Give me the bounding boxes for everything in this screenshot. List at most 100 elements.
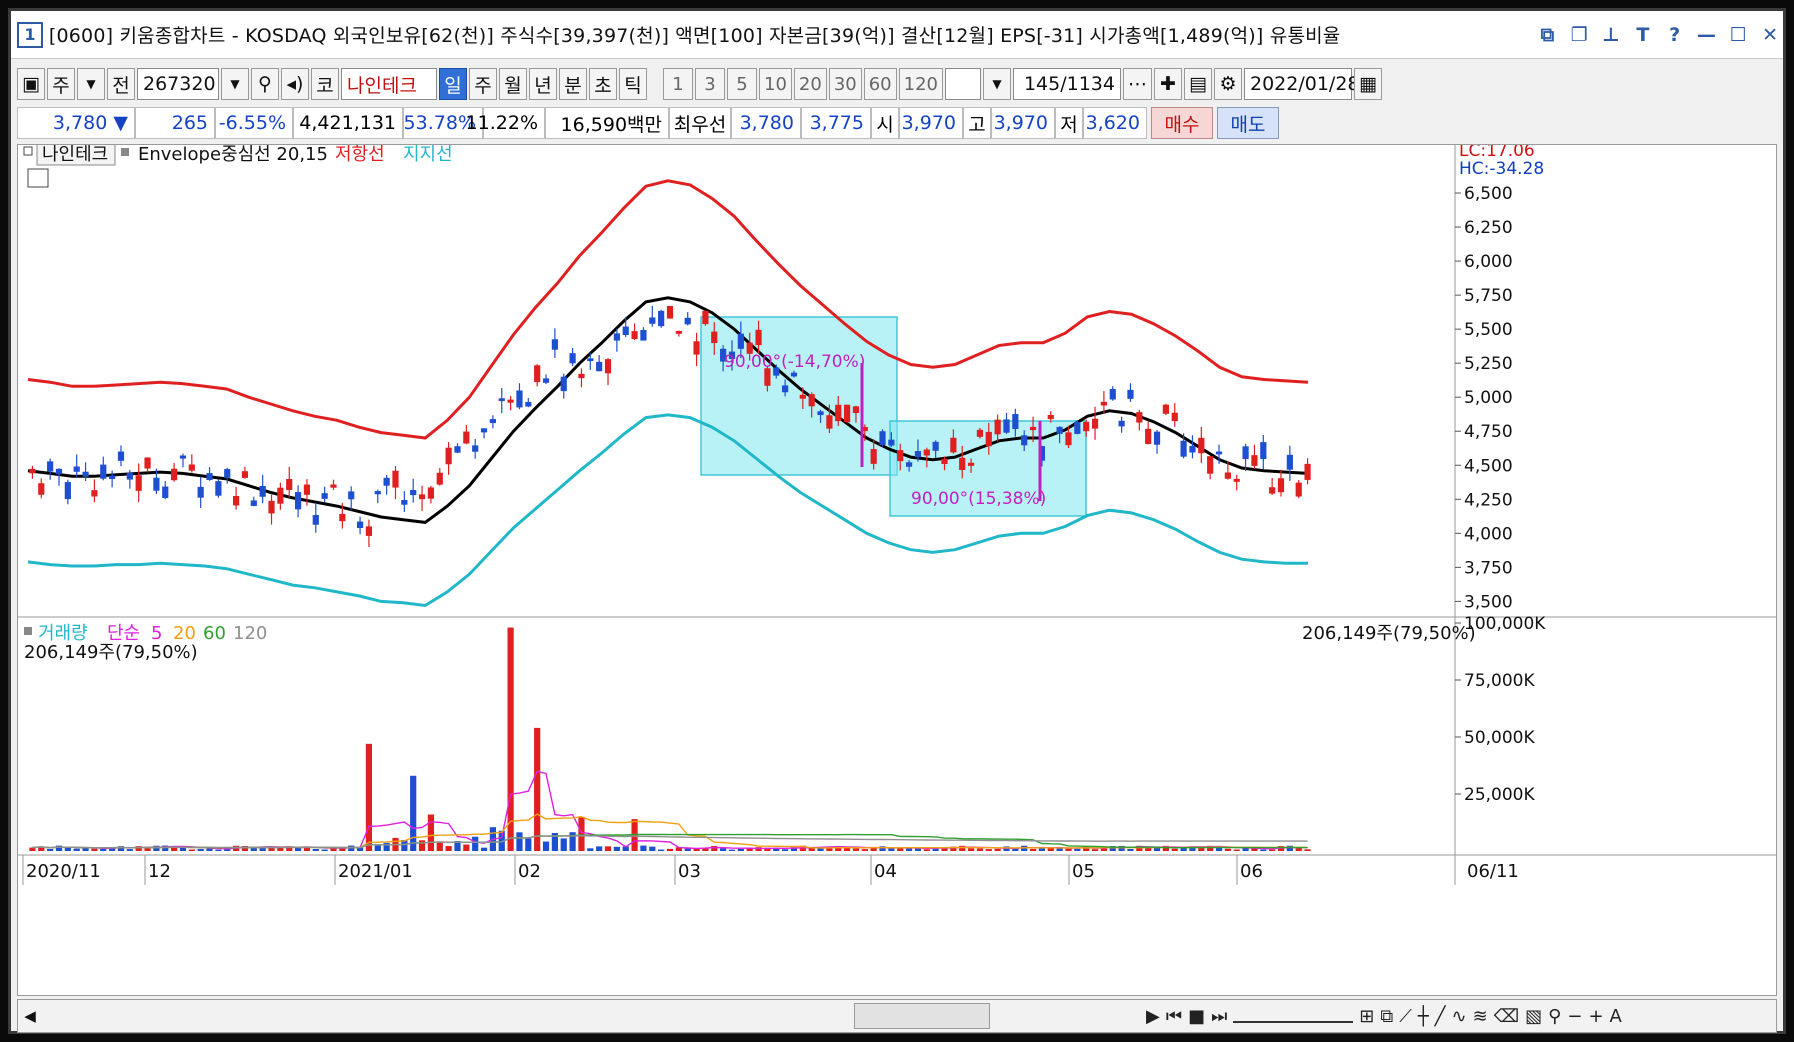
pin-icon[interactable]: ⊥ <box>1598 22 1624 48</box>
volume-bar <box>534 727 541 851</box>
volume-bar <box>587 848 594 851</box>
volume-bar <box>445 846 452 851</box>
candle-body <box>454 446 461 453</box>
zoom-out-icon[interactable]: − <box>1567 1006 1582 1027</box>
candle-body <box>489 419 496 424</box>
title-bar[interactable]: 1 [0600] 키움종합차트 - KOSDAQ 외국인보유[62(천)] 주식… <box>11 11 1783 59</box>
window-number-badge[interactable]: 1 <box>17 21 43 48</box>
volume-bar <box>728 849 736 851</box>
draw-line-icon[interactable]: ⟋ <box>1399 1006 1412 1027</box>
candle-body <box>1251 455 1258 466</box>
minute-option-3[interactable]: 3 <box>695 68 725 100</box>
display-count-input[interactable]: 145/1134 <box>1012 68 1121 100</box>
sell-button[interactable]: 매도 <box>1217 107 1279 139</box>
period-tab-second[interactable]: 초 <box>589 68 617 100</box>
layout-overlay-icon[interactable]: ⧉ <box>1380 1006 1393 1027</box>
gear-icon[interactable]: ⚙ <box>1213 68 1242 100</box>
buy-button[interactable]: 매수 <box>1151 107 1213 139</box>
restore-icon[interactable]: ⧉ <box>1534 22 1560 48</box>
trend-line-icon[interactable]: ╱ <box>1435 1006 1446 1027</box>
save-icon[interactable]: ▤ <box>1183 68 1212 100</box>
zoom-slider[interactable] <box>1233 1009 1354 1023</box>
crosshair-icon[interactable]: ┼ <box>1418 1006 1429 1027</box>
minute-option-60[interactable]: 60 <box>863 68 897 100</box>
minute-option-10[interactable]: 10 <box>759 68 792 100</box>
window-list-icon[interactable]: ❐ <box>1566 22 1592 48</box>
zoom-in-icon[interactable]: + <box>1588 1006 1603 1027</box>
wave-icon[interactable]: ∿ <box>1452 1006 1467 1027</box>
layout-split-icon[interactable]: ⊞ <box>1359 1006 1374 1027</box>
minute-option-120[interactable]: 120 <box>898 68 943 100</box>
candle-body <box>312 515 319 525</box>
legend-square <box>121 148 129 156</box>
minute-option-20[interactable]: 20 <box>793 68 827 100</box>
scroll-left-icon[interactable]: ◀ <box>18 1002 42 1030</box>
eraser-icon[interactable]: ⌫ <box>1494 1006 1519 1027</box>
layout-icon[interactable]: ▣ <box>17 68 45 100</box>
calendar-icon[interactable]: ▦ <box>1353 68 1382 100</box>
period-tab-year[interactable]: 년 <box>529 68 557 100</box>
period-tab-day[interactable]: 일 <box>439 68 467 100</box>
print-icon[interactable]: ▧ <box>1525 1006 1542 1027</box>
window-title: [0600] 키움종합차트 - KOSDAQ 외국인보유[62(천)] 주식수[… <box>48 25 1341 47</box>
scroll-right-icon[interactable]: ▶ <box>1146 1006 1160 1027</box>
minimize-icon[interactable]: — <box>1694 22 1720 48</box>
minute-option-1[interactable]: 1 <box>663 68 693 100</box>
period-tab-month[interactable]: 월 <box>499 68 527 100</box>
fast-forward-icon[interactable]: ⏭ <box>1211 1006 1227 1027</box>
scatter-icon[interactable]: ⋯ <box>1122 68 1152 100</box>
rewind-icon[interactable]: ⏮ <box>1166 1006 1182 1027</box>
stop-icon[interactable]: ■ <box>1188 1006 1205 1027</box>
market-badge[interactable]: 코 <box>311 68 339 100</box>
minute-option-5[interactable]: 5 <box>727 68 757 100</box>
chart-area[interactable]: 6,500 6,250 6,000 5,750 5,500 5,250 5,000 4,750… <box>17 141 1777 996</box>
help-icon[interactable]: ? <box>1662 22 1688 48</box>
chart-svg[interactable]: 6,500 6,250 6,000 5,750 5,500 5,250 5,000 4,750… <box>18 141 1776 995</box>
period-tab-week[interactable]: 주 <box>469 68 497 100</box>
candle-body <box>1198 437 1205 454</box>
search-icon[interactable]: ⚲ <box>251 68 279 100</box>
volume-bar <box>737 848 744 851</box>
minute-option-30[interactable]: 30 <box>828 68 862 100</box>
stock-type-dropdown-icon[interactable]: ▼ <box>77 68 105 100</box>
volume-bar <box>985 849 992 851</box>
candle-body <box>55 468 63 475</box>
fibonacci-icon[interactable]: ≋ <box>1473 1006 1488 1027</box>
period-tab-tick[interactable]: 틱 <box>619 68 647 100</box>
candle-body <box>463 431 470 444</box>
chart-scrollbar[interactable]: ◀ ▶ ⏮ ■ ⏭ ⊞ ⧉ ⟋ ┼ ╱ ∿ ≋ ⌫ ▧ ⚲ − + A <box>17 999 1777 1033</box>
stock-code-input[interactable]: 267320 <box>137 68 219 100</box>
scroll-thumb[interactable] <box>854 1003 990 1029</box>
font-icon[interactable]: T <box>1630 22 1656 48</box>
volume-bar <box>410 775 417 851</box>
cross-icon[interactable]: ✚ <box>1153 68 1182 100</box>
custom-period-input[interactable] <box>944 68 981 100</box>
candle-body <box>844 404 851 423</box>
speaker-icon[interactable]: ◂) <box>281 68 309 100</box>
stock-type-select[interactable]: 주 <box>47 68 75 100</box>
candle-body <box>613 333 620 341</box>
candle-body <box>1083 421 1090 432</box>
candle-body <box>1012 413 1019 430</box>
candle-body <box>374 491 381 495</box>
ask-price: 3,780 <box>731 107 801 139</box>
maximize-icon[interactable]: ☐ <box>1725 22 1751 48</box>
date-input[interactable]: 2022/01/28 <box>1243 68 1360 100</box>
high-price: 3,970 <box>991 107 1055 139</box>
candle-body <box>401 499 408 505</box>
volume-legend-ma20: 20 <box>173 623 196 644</box>
volume-bar <box>259 847 266 851</box>
x-tick-label: 2021/01 <box>338 861 413 882</box>
zoom-icon[interactable]: ⚲ <box>1548 1006 1561 1027</box>
custom-period-dropdown-icon[interactable]: ▼ <box>982 68 1011 100</box>
candle-body <box>321 493 328 499</box>
change-percent: -6.55% <box>215 107 293 139</box>
prev-button[interactable]: 전 <box>107 68 135 100</box>
stock-name-field[interactable]: 나인테크 <box>341 68 437 100</box>
code-dropdown-icon[interactable]: ▼ <box>221 68 249 100</box>
text-tool-icon[interactable]: A <box>1610 1006 1622 1027</box>
close-icon[interactable]: ✕ <box>1757 22 1783 48</box>
period-tab-minute[interactable]: 분 <box>559 68 587 100</box>
candle-body <box>144 457 151 469</box>
x-tick-label: 02 <box>518 861 541 882</box>
